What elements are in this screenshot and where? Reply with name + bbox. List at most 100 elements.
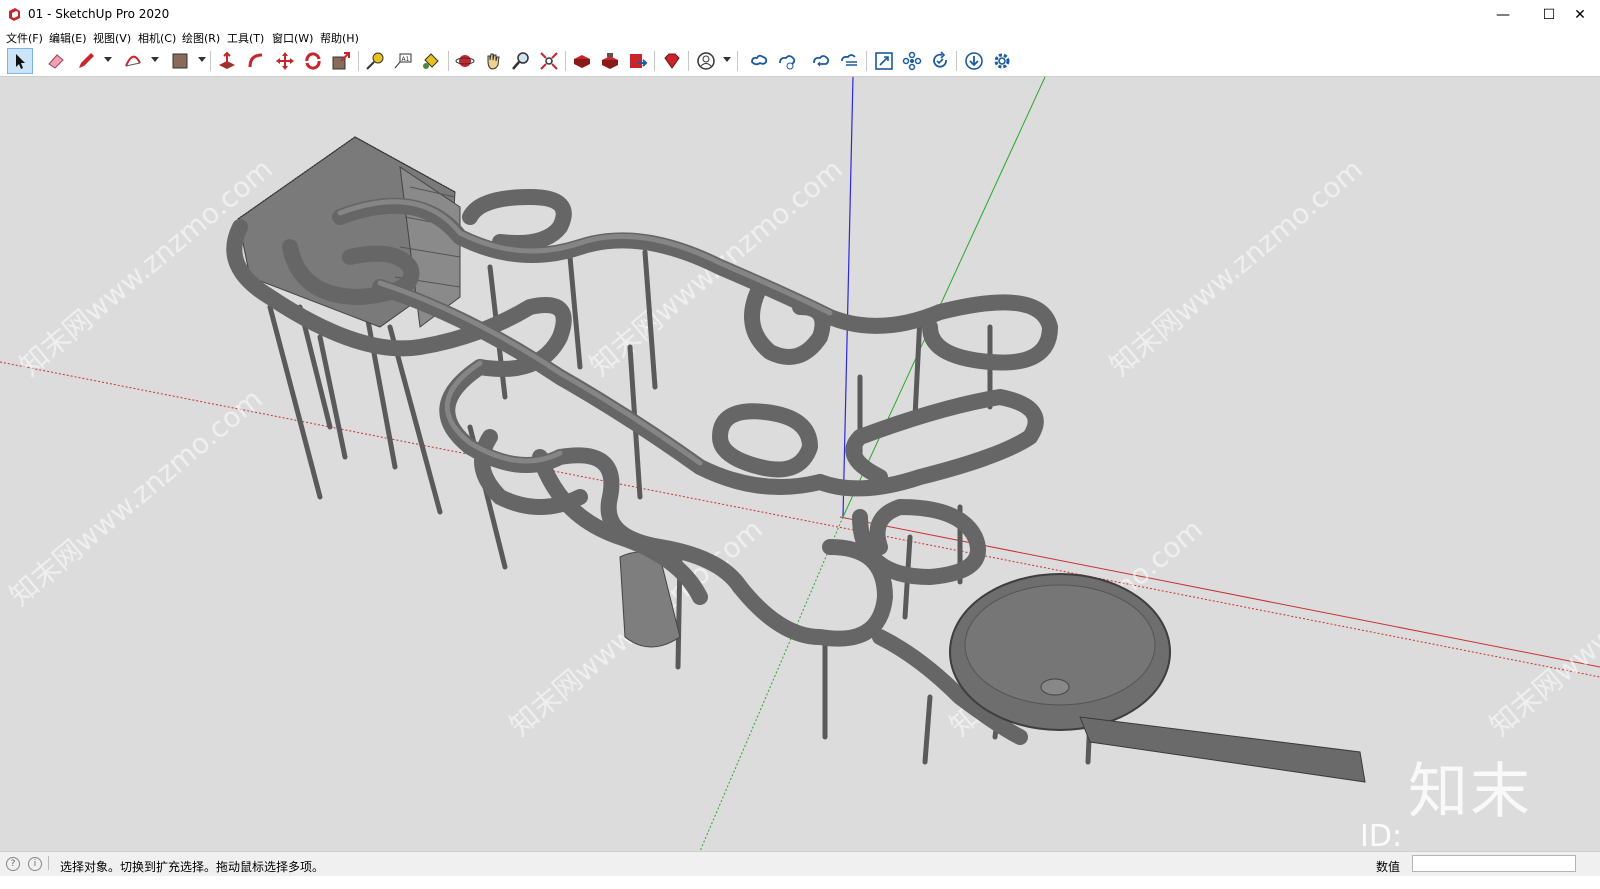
rotate-icon (305, 52, 321, 70)
scale-tool-button[interactable] (328, 48, 354, 74)
ruby-console-button[interactable] (659, 48, 685, 74)
account-icon (697, 52, 715, 70)
push-pull-icon (219, 51, 235, 69)
cloud-sync-button[interactable] (808, 48, 834, 74)
zoom-extents-icon (540, 52, 558, 70)
toolbar-separator (565, 51, 566, 71)
toolbar-separator (956, 51, 957, 71)
eraser-icon (48, 54, 64, 69)
toolbar-separator (448, 51, 449, 71)
rotate-tool-button[interactable] (300, 48, 326, 74)
settings-button[interactable] (989, 48, 1015, 74)
svg-text:知末网www.znzmo.com: 知末网www.znzmo.com (1483, 512, 1600, 742)
pan-tool-button[interactable] (480, 48, 506, 74)
svg-text:知末网www.znzmo.com: 知末网www.znzmo.com (1103, 152, 1368, 382)
components-button[interactable] (899, 48, 925, 74)
cloud-icon (751, 54, 768, 66)
status-separator (48, 856, 49, 870)
pencil-dropdown-icon[interactable] (104, 57, 112, 62)
pencil-icon (79, 53, 94, 68)
toolbar-separator (654, 51, 655, 71)
toolbar-separator (688, 51, 689, 71)
svg-text:知末网www.znzmo.com: 知末网www.znzmo.com (3, 382, 268, 612)
rectangle-icon (172, 53, 188, 69)
menu-edit[interactable]: 编辑(E) (49, 30, 87, 46)
cloud-share-button[interactable] (774, 48, 800, 74)
shape-dropdown-icon[interactable] (198, 57, 206, 62)
measurements-field[interactable] (1412, 855, 1576, 872)
menu-tools[interactable]: 工具(T) (227, 30, 264, 46)
send-to-layout-icon (630, 54, 648, 68)
account-dropdown-icon[interactable] (723, 57, 731, 62)
title-bar: 01 - SketchUp Pro 2020 — ☐ ✕ (0, 0, 1600, 30)
model-viewport[interactable]: 知末网www.znzmo.com 知末网www.znzmo.com 知末网www… (0, 77, 1600, 851)
cloud-list-icon (841, 54, 857, 66)
follow-me-tool-button[interactable] (243, 48, 269, 74)
svg-text:A1: A1 (402, 56, 410, 63)
menu-view[interactable]: 视图(V) (93, 30, 131, 46)
select-icon (16, 54, 25, 69)
toolbar-separator (737, 51, 738, 71)
tape-measure-icon (366, 52, 384, 70)
select-tool-button[interactable] (7, 48, 33, 74)
warehouse-icon (574, 55, 590, 68)
follow-me-icon (248, 53, 263, 68)
refresh-icon (933, 51, 947, 68)
menu-help[interactable]: 帮助(H) (320, 30, 359, 46)
window-title: 01 - SketchUp Pro 2020 (28, 7, 170, 21)
tape-measure-tool-button[interactable] (362, 48, 388, 74)
extension-warehouse-button[interactable] (597, 48, 623, 74)
zoom-tool-button[interactable] (508, 48, 534, 74)
paint-bucket-icon (423, 53, 439, 69)
resize-view-button[interactable] (871, 48, 897, 74)
menu-draw[interactable]: 绘图(R) (182, 30, 220, 46)
cloud-share-icon (779, 55, 796, 70)
minimize-button[interactable]: — (1480, 0, 1526, 30)
zoom-extents-tool-button[interactable] (536, 48, 562, 74)
status-message: 选择对象。切换到扩充选择。拖动鼠标选择多项。 (60, 860, 325, 874)
cloud-list-button[interactable] (836, 48, 862, 74)
pan-hand-icon (487, 53, 500, 70)
orbit-tool-button[interactable] (452, 48, 478, 74)
menu-camera[interactable]: 相机(C) (138, 30, 176, 46)
geo-location-icon[interactable]: ? (6, 857, 20, 871)
status-bar: ? i 选择对象。切换到扩充选择。拖动鼠标选择多项。 数值 (0, 851, 1600, 876)
shape-tool-button[interactable] (167, 48, 193, 74)
3d-warehouse-button[interactable] (569, 48, 595, 74)
menu-file[interactable]: 文件(F) (6, 30, 43, 46)
arc-tool-button[interactable] (120, 48, 146, 74)
maximize-icon: ☐ (1542, 7, 1556, 23)
text-tool-button[interactable]: A1 (390, 48, 416, 74)
info-icon[interactable]: i (28, 857, 42, 871)
cloud-sync-icon (813, 55, 830, 67)
menu-bar: 文件(F) 编辑(E) 视图(V) 相机(C) 绘图(R) 工具(T) 窗口(W… (0, 28, 1600, 46)
resize-icon (875, 52, 893, 70)
toolbar-separator (866, 51, 867, 71)
scale-icon (332, 52, 350, 70)
components-icon (902, 51, 922, 71)
menu-window[interactable]: 窗口(W) (272, 30, 313, 46)
download-icon (965, 52, 983, 70)
pencil-tool-button[interactable] (73, 48, 99, 74)
extension-warehouse-icon (602, 53, 618, 69)
toolbar: A1 (0, 46, 1600, 77)
move-tool-button[interactable] (272, 48, 298, 74)
paint-tool-button[interactable] (418, 48, 444, 74)
push-pull-tool-button[interactable] (214, 48, 240, 74)
sketchup-logo-icon (9, 8, 20, 21)
trimble-connect-button[interactable] (746, 48, 772, 74)
arc-dropdown-icon[interactable] (151, 57, 159, 62)
close-button[interactable]: ✕ (1560, 0, 1600, 30)
refresh-button[interactable] (927, 48, 953, 74)
settings-icon (994, 53, 1010, 69)
send-to-layout-button[interactable] (625, 48, 651, 74)
zoom-icon (512, 52, 529, 70)
toolbar-separator (210, 51, 211, 71)
download-button[interactable] (961, 48, 987, 74)
watermark-logo: 知末 (1408, 757, 1532, 827)
water-slide-model: 知末网www.znzmo.com 知末网www.znzmo.com 知末网www… (0, 77, 1600, 851)
move-icon (276, 52, 294, 70)
eraser-tool-button[interactable] (43, 48, 69, 74)
account-button[interactable] (693, 48, 719, 74)
arc-icon (125, 55, 141, 67)
